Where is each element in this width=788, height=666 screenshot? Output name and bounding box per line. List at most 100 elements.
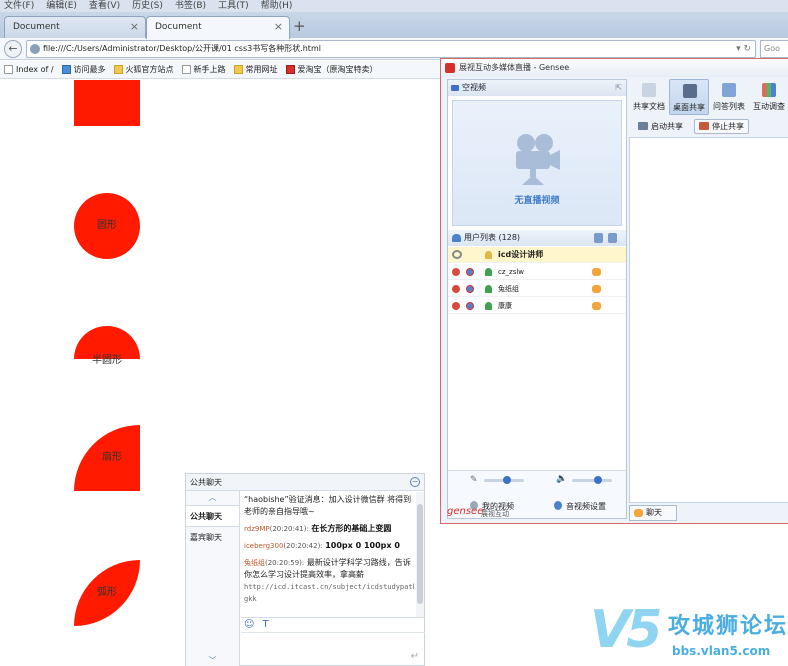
- tab-strip: Document × Document × +: [0, 12, 788, 39]
- tab-public-chat[interactable]: 公共聊天: [186, 505, 239, 527]
- scroll-thumb[interactable]: [417, 504, 423, 604]
- share-area: [629, 137, 788, 503]
- stop-share-button[interactable]: 停止共享: [694, 118, 749, 134]
- gensee-toolbar: 共享文档 桌面共享 问答列表 互动调查: [629, 79, 788, 115]
- menu-help[interactable]: 帮助(H): [261, 0, 293, 12]
- bookmark-label: 访问最多: [73, 65, 106, 74]
- gensee-footer: gensee 展视互动: [441, 502, 627, 524]
- reload-icon[interactable]: ▾ ↻: [736, 41, 751, 57]
- chat-tab-button[interactable]: 聊天: [629, 505, 677, 521]
- user-row[interactable]: cz_zslw: [448, 264, 626, 280]
- chat-input[interactable]: ↵: [241, 632, 425, 666]
- user-name: 康康: [498, 302, 512, 310]
- gensee-brand-sub: 展视互动: [481, 510, 509, 518]
- sender-name[interactable]: rdz9MP: [244, 525, 270, 533]
- tab-document-2[interactable]: Document ×: [146, 16, 290, 39]
- shape-fan: 扇形: [74, 425, 140, 491]
- bookmark-taobao[interactable]: 爱淘宝（原淘宝特卖）: [285, 64, 378, 75]
- menu-bookmarks[interactable]: 书签(B): [175, 0, 206, 12]
- chevron-down-icon[interactable]: ﹀: [186, 655, 239, 666]
- pin-icon[interactable]: ⇱: [615, 80, 622, 96]
- mic-off-icon: [452, 268, 460, 276]
- bookmarks-toolbar: Index of / 访问最多 火狐官方站点 新手上路 常用网址 爱淘宝（原淘宝…: [0, 61, 440, 79]
- bookmark-most-visited[interactable]: 访问最多: [61, 64, 106, 75]
- qa-list-button[interactable]: 问答列表: [709, 79, 749, 115]
- video-header: 空视频 ⇱: [448, 80, 626, 96]
- chat-messages: “haobishe”验证消息：加入设计微信群 将得到老师的亲自指导哦~ rdz9…: [242, 492, 414, 617]
- bookmark-label: Index of /: [16, 65, 54, 74]
- minimize-icon[interactable]: −: [410, 477, 420, 487]
- user-row[interactable]: 兔纸组: [448, 281, 626, 297]
- slider-thumb[interactable]: [594, 476, 603, 484]
- user-row-host[interactable]: icd设计讲师: [448, 247, 626, 263]
- folder-icon: [233, 65, 243, 74]
- chat-title: 公共聊天: [190, 478, 222, 487]
- bookmark-firefox[interactable]: 火狐官方站点: [113, 64, 174, 75]
- user-list-header: 用户列表 (128): [448, 230, 626, 246]
- sender-name[interactable]: 兔纸组: [244, 559, 265, 567]
- url-bar[interactable]: file:///C:/Users/Administrator/Desktop/公…: [26, 40, 756, 58]
- chat-bubble-icon[interactable]: [592, 302, 601, 310]
- bookmark-getting-started[interactable]: 新手上路: [181, 64, 226, 75]
- menu-view[interactable]: 查看(V): [89, 0, 120, 12]
- back-button[interactable]: ←: [4, 40, 22, 58]
- message-time: (20:20:41):: [269, 525, 309, 533]
- emoji-icon[interactable]: ☺: [244, 619, 254, 630]
- close-icon[interactable]: ×: [130, 17, 139, 37]
- watermark-text: 攻城狮论坛: [668, 614, 788, 639]
- chat-bubble-icon[interactable]: [592, 268, 601, 276]
- chat-message: iceberg300(20:20:42): 100px 0 100px 0: [244, 540, 412, 552]
- survey-chart-icon: [762, 83, 776, 97]
- window-title-bar[interactable]: 展视互动多媒体直播 - Gensee: [441, 59, 788, 77]
- menu-file[interactable]: 文件(F): [4, 0, 34, 12]
- mic-off-icon: [452, 285, 460, 293]
- send-icon[interactable]: ↵: [411, 651, 419, 662]
- chat-icon: [634, 509, 643, 517]
- message-time: (20:20:59):: [265, 559, 305, 567]
- message-link[interactable]: http://icd.itcast.cn/subject/icdstudypat…: [244, 583, 414, 603]
- chat-tab-label: 聊天: [646, 508, 662, 517]
- chat-bubble-icon[interactable]: [592, 285, 601, 293]
- tab-document-1[interactable]: Document ×: [4, 16, 146, 38]
- new-tab-button[interactable]: +: [293, 17, 306, 35]
- share-doc-button[interactable]: 共享文档: [629, 79, 669, 115]
- chat-message: 兔纸组(20:20:59): 最新设计学科学习路线，告诉你怎么学习设计提高效率，…: [244, 557, 414, 605]
- menu-history[interactable]: 历史(S): [132, 0, 163, 12]
- settings-icon[interactable]: [608, 233, 617, 243]
- chat-tabs: ︿ 公共聊天 嘉宾聊天 ﹀: [186, 491, 240, 666]
- tab-label: Document: [155, 22, 202, 32]
- globe-icon: [30, 44, 40, 54]
- message-text: 100px 0 100px 0: [325, 541, 400, 550]
- close-icon[interactable]: ×: [274, 17, 283, 37]
- tab-guest-chat[interactable]: 嘉宾聊天: [186, 527, 239, 549]
- hand-icon[interactable]: [594, 233, 603, 243]
- folder-icon: [113, 65, 123, 74]
- mic-volume-slider[interactable]: [484, 476, 524, 484]
- start-share-button[interactable]: 启动共享: [633, 119, 688, 134]
- user-icon: [485, 285, 492, 293]
- sender-name[interactable]: iceberg300: [244, 542, 283, 550]
- chat-tools: ☺ T: [241, 617, 425, 631]
- menu-edit[interactable]: 编辑(E): [46, 0, 77, 12]
- key-icon: [452, 250, 462, 259]
- survey-button[interactable]: 互动调查: [749, 79, 788, 115]
- menu-tools[interactable]: 工具(T): [218, 0, 249, 12]
- text-format-icon[interactable]: T: [262, 619, 268, 630]
- search-input[interactable]: Goo: [760, 40, 788, 58]
- speaker-volume-slider[interactable]: [572, 476, 612, 484]
- desktop-share-button[interactable]: 桌面共享: [669, 79, 709, 115]
- page-icon: [4, 65, 13, 74]
- bookmark-common-sites[interactable]: 常用网址: [233, 64, 278, 75]
- chevron-up-icon[interactable]: ︿: [186, 491, 239, 505]
- chat-scrollbar[interactable]: [416, 492, 424, 617]
- video-header-label: 空视频: [462, 83, 486, 92]
- chat-message: rdz9MP(20:20:41): 在长方形的基础上变圆: [244, 523, 412, 535]
- slider-thumb[interactable]: [503, 476, 512, 484]
- shape-label: 半圆形: [92, 355, 122, 366]
- document-icon: [642, 83, 656, 97]
- speaker-icon: 🔈: [556, 474, 568, 484]
- shape-arc: 弧形: [74, 560, 140, 626]
- bookmark-index[interactable]: Index of /: [4, 65, 54, 74]
- shape-semicircle: 半圆形: [74, 326, 140, 366]
- user-row[interactable]: 康康: [448, 298, 626, 314]
